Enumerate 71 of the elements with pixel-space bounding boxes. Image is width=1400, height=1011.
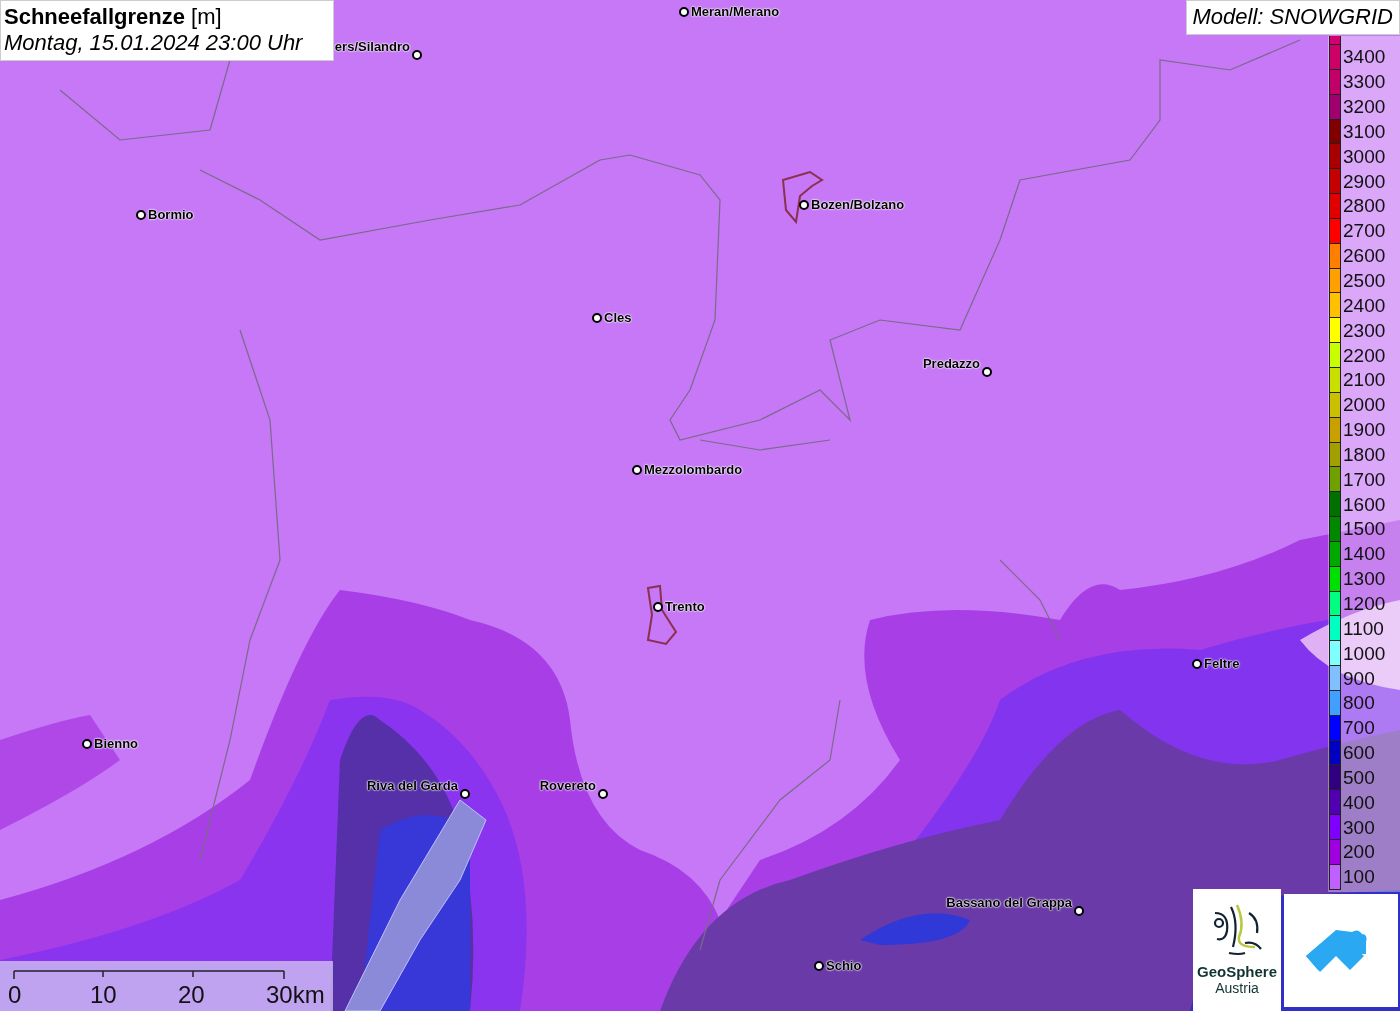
city-label: Bozen/Bolzano [811, 197, 905, 212]
city-label: Bienno [94, 736, 139, 751]
city-marker-icon [1074, 906, 1084, 916]
city-marker-icon [632, 464, 642, 475]
scale-label: 30km [266, 981, 325, 1009]
legend-label: 500 [1343, 766, 1375, 789]
legend-label: 400 [1343, 791, 1375, 814]
model-label: Modell: SNOWGRID [1185, 0, 1400, 35]
legend-label: 1800 [1343, 443, 1386, 466]
map-title: Schneefallgrenze [m] [4, 4, 223, 30]
legend-label: 2200 [1343, 344, 1386, 367]
legend-label: 3300 [1343, 71, 1386, 94]
scale-label: 10 [90, 981, 117, 1009]
city-label: Mezzolombardo [644, 462, 743, 477]
legend-label: 1900 [1343, 419, 1386, 442]
city-label: Predazzo [922, 356, 980, 371]
city-marker-icon [814, 960, 824, 971]
city-marker-icon [799, 199, 809, 210]
city-label: Schio [826, 958, 862, 973]
city-label: Rovereto [539, 778, 596, 793]
legend-label: 2800 [1343, 195, 1386, 218]
city-marker-icon [412, 50, 422, 60]
legend-label: 1700 [1343, 468, 1386, 491]
logo-subtext: Austria [1215, 980, 1259, 996]
legend-label: 600 [1343, 742, 1375, 765]
legend-label: 2600 [1343, 245, 1386, 268]
legend-label: 200 [1343, 841, 1375, 864]
scale-label: 0 [8, 981, 22, 1009]
legend-label: 2100 [1343, 369, 1386, 392]
legend-label: 2700 [1343, 220, 1386, 243]
map-date: Montag, 15.01.2024 23:00 Uhr [4, 30, 304, 56]
legend-label: 1200 [1343, 593, 1386, 615]
city-label: Meran/Merano [691, 4, 780, 19]
legend-label: 1400 [1343, 543, 1386, 566]
legend-label: 2500 [1343, 270, 1386, 292]
city-label: Bassano del Grappa [946, 895, 1072, 910]
legend-label: 3100 [1343, 120, 1386, 143]
city-marker-icon [653, 601, 663, 612]
city-label: Cles [604, 310, 632, 325]
scale-label: 20 [178, 981, 205, 1009]
city-label: ers/Silandro [334, 39, 410, 54]
legend-label: 3200 [1343, 96, 1386, 119]
city-label: Trento [665, 599, 705, 614]
legend-label: 100 [1343, 866, 1375, 889]
city-marker-icon [592, 312, 602, 323]
city-marker-icon [136, 209, 146, 220]
legend-label: 2400 [1343, 294, 1386, 317]
city-marker-icon [598, 789, 608, 799]
legend-label: 3000 [1343, 145, 1386, 168]
city-label: Feltre [1204, 656, 1240, 671]
legend-label: 2900 [1343, 170, 1386, 193]
legend-label: 900 [1343, 667, 1375, 690]
city-marker-icon [982, 367, 992, 377]
legend-label: 1000 [1343, 642, 1386, 665]
legend-label: 2000 [1343, 394, 1386, 417]
legend-label: 2300 [1343, 319, 1386, 342]
legend-label: 1600 [1343, 493, 1386, 516]
legend-label: 1300 [1343, 568, 1386, 591]
legend-label: 800 [1343, 692, 1375, 715]
city-marker-icon [679, 6, 689, 17]
legend-label: 700 [1343, 717, 1375, 740]
city-label: Bormio [148, 207, 194, 222]
legend-label: 300 [1343, 816, 1375, 839]
city-marker-icon [1192, 658, 1202, 669]
legend-label: 1100 [1343, 617, 1384, 640]
legend-label: 3400 [1343, 46, 1386, 69]
legend-label: 1500 [1343, 518, 1386, 541]
logo-text: GeoSphere [1197, 963, 1277, 980]
city-marker-icon [82, 738, 92, 749]
city-marker-icon [460, 789, 470, 799]
city-label: Riva del Garda [366, 778, 458, 793]
